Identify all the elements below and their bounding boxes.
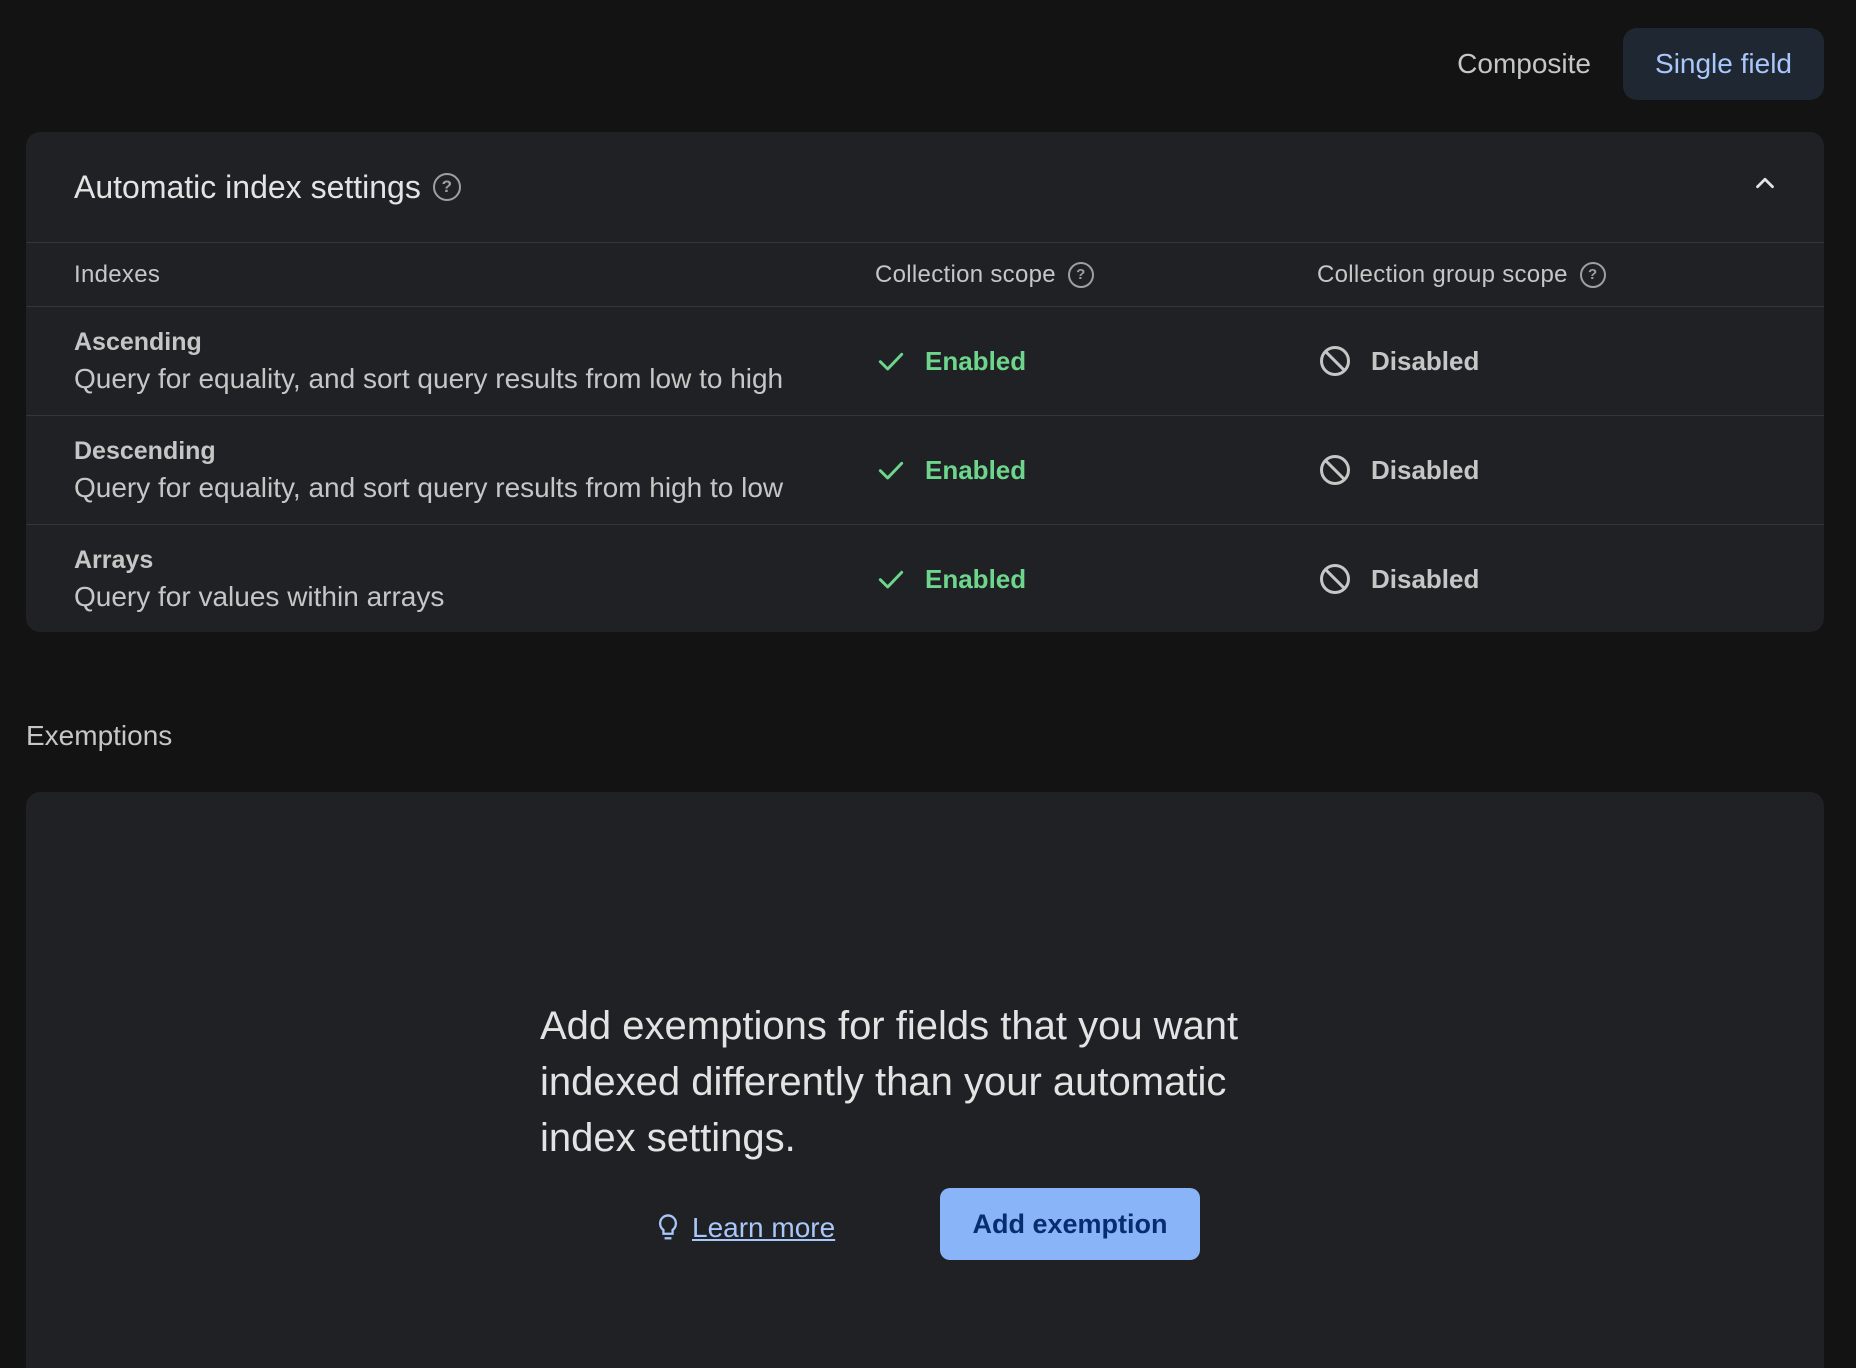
table-row: Ascending Query for equality, and sort q… <box>26 307 1824 416</box>
exemptions-section-title: Exemptions <box>26 720 173 751</box>
status-label: Enabled <box>925 345 1027 376</box>
chevron-up-icon[interactable] <box>1750 168 1780 198</box>
collection-scope-header-label: Collection scope <box>875 260 1056 288</box>
table-row: Descending Query for equality, and sort … <box>26 416 1824 525</box>
index-description: Query for equality, and sort query resul… <box>74 471 784 503</box>
help-icon[interactable]: ? <box>432 173 461 201</box>
status-enabled: Enabled <box>875 454 1026 486</box>
status-label: Disabled <box>1371 345 1480 376</box>
table-row: Arrays Query for values within arrays En… <box>26 525 1824 633</box>
collection-scope-cell: Enabled <box>829 454 1317 486</box>
collection-group-scope-column-header: Collection group scope ? <box>1317 261 1824 289</box>
status-label: Disabled <box>1371 454 1480 485</box>
lightbulb-icon <box>658 1214 678 1240</box>
collection-scope-column-header: Collection scope ? <box>829 261 1317 289</box>
check-icon <box>878 570 904 589</box>
index-description: Query for equality, and sort query resul… <box>74 362 784 394</box>
status-disabled: Disabled <box>1317 561 1479 597</box>
block-icon <box>1320 455 1350 485</box>
status-label: Enabled <box>925 563 1027 594</box>
index-title: Descending <box>74 436 216 465</box>
single-field-tab[interactable]: Single field <box>1623 28 1824 100</box>
learn-more-label[interactable]: Learn more <box>692 1212 835 1244</box>
index-description-cell: Ascending Query for equality, and sort q… <box>26 328 829 395</box>
check-icon <box>878 461 904 480</box>
collection-group-scope-cell: Disabled <box>1317 452 1824 488</box>
automatic-index-settings-card: Automatic index settings ? Indexes Colle… <box>26 132 1824 632</box>
index-description: Query for values within arrays <box>74 580 445 612</box>
index-type-toggle: Composite Single field <box>1425 28 1824 100</box>
help-icon[interactable]: ? <box>1579 261 1606 288</box>
status-enabled: Enabled <box>875 563 1026 595</box>
collection-scope-cell: Enabled <box>829 563 1317 595</box>
collection-scope-cell: Enabled <box>829 345 1317 377</box>
check-icon <box>878 352 904 371</box>
settings-card-header: Automatic index settings ? <box>26 132 1824 243</box>
indexes-column-header: Indexes <box>74 260 161 288</box>
add-exemption-button[interactable]: Add exemption <box>940 1188 1200 1260</box>
exemptions-card: Add exemptions for fields that you want … <box>26 792 1824 1368</box>
learn-more-link[interactable]: Learn more <box>654 1212 835 1244</box>
block-icon <box>1320 564 1350 594</box>
index-description-cell: Arrays Query for values within arrays <box>26 546 829 613</box>
status-label: Enabled <box>925 454 1027 485</box>
collection-group-scope-header-label: Collection group scope <box>1317 260 1568 288</box>
status-disabled: Disabled <box>1317 343 1479 379</box>
status-label: Disabled <box>1371 563 1480 594</box>
index-table-header: Indexes Collection scope ? Collection gr… <box>26 243 1824 307</box>
settings-title: Automatic index settings <box>74 168 421 205</box>
composite-tab[interactable]: Composite <box>1425 28 1623 100</box>
index-title: Arrays <box>74 545 154 574</box>
status-enabled: Enabled <box>875 345 1026 377</box>
block-icon <box>1320 346 1350 376</box>
page: Composite Single field Automatic index s… <box>0 0 1856 1368</box>
status-disabled: Disabled <box>1317 452 1479 488</box>
collection-group-scope-cell: Disabled <box>1317 561 1824 597</box>
index-title: Ascending <box>74 327 202 356</box>
collection-group-scope-cell: Disabled <box>1317 343 1824 379</box>
help-icon[interactable]: ? <box>1067 261 1094 288</box>
exemptions-empty-state-text: Add exemptions for fields that you want … <box>540 1004 1239 1160</box>
index-description-cell: Descending Query for equality, and sort … <box>26 437 829 504</box>
